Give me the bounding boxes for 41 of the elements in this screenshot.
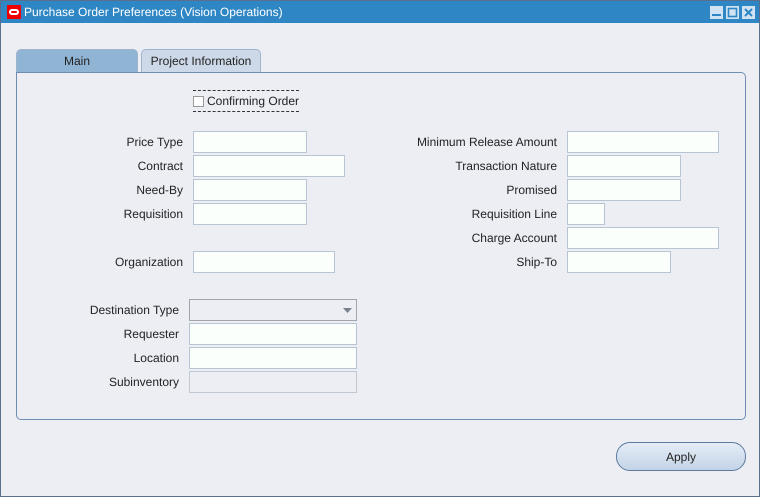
input-field[interactable] [193,179,307,201]
field-label: Requisition Line [470,207,557,221]
tab[interactable]: Main [16,49,138,72]
checkbox-icon[interactable] [193,96,204,106]
field-label: Organization [114,255,183,269]
field-label: Transaction Nature [454,159,557,173]
field-label: Ship-To [515,255,557,269]
input-field[interactable] [567,251,671,273]
input-field[interactable] [193,203,307,225]
input-field[interactable] [567,179,681,201]
field-label: Destination Type [88,303,179,317]
field-label: Minimum Release Amount [416,135,557,149]
field-label: Promised [505,183,557,197]
field-label: Contract [136,159,183,173]
maximize-icon[interactable] [726,6,739,18]
field-label: Requester [122,327,179,341]
input-field[interactable] [189,347,357,369]
app-logo-icon [7,5,21,19]
apply-button[interactable]: Apply [616,442,746,471]
input-field[interactable] [567,203,605,225]
window-title: Purchase Order Preferences (Vision Operations) [24,5,283,19]
field-label: Subinventory [108,375,179,389]
input-field[interactable] [567,227,719,249]
field-label: Requisition [122,207,183,221]
close-icon[interactable] [742,6,755,18]
input-field[interactable] [189,371,357,393]
input-field[interactable] [193,155,345,177]
field-label: Location [132,351,179,365]
input-field[interactable] [567,155,681,177]
input-field[interactable] [567,131,719,153]
field-label: Price Type [126,135,183,149]
field-label: Charge Account [470,231,557,245]
field-label: Need-By [135,183,183,197]
input-field[interactable] [193,131,307,153]
confirming-order-checkbox[interactable]: Confirming Order [193,90,300,112]
input-field[interactable] [189,323,357,345]
tab[interactable]: Project Information [141,49,261,72]
minimize-icon[interactable] [710,6,723,18]
caret-icon[interactable] [343,308,352,312]
input-field[interactable] [193,251,335,273]
dropdown-field[interactable] [189,299,357,321]
